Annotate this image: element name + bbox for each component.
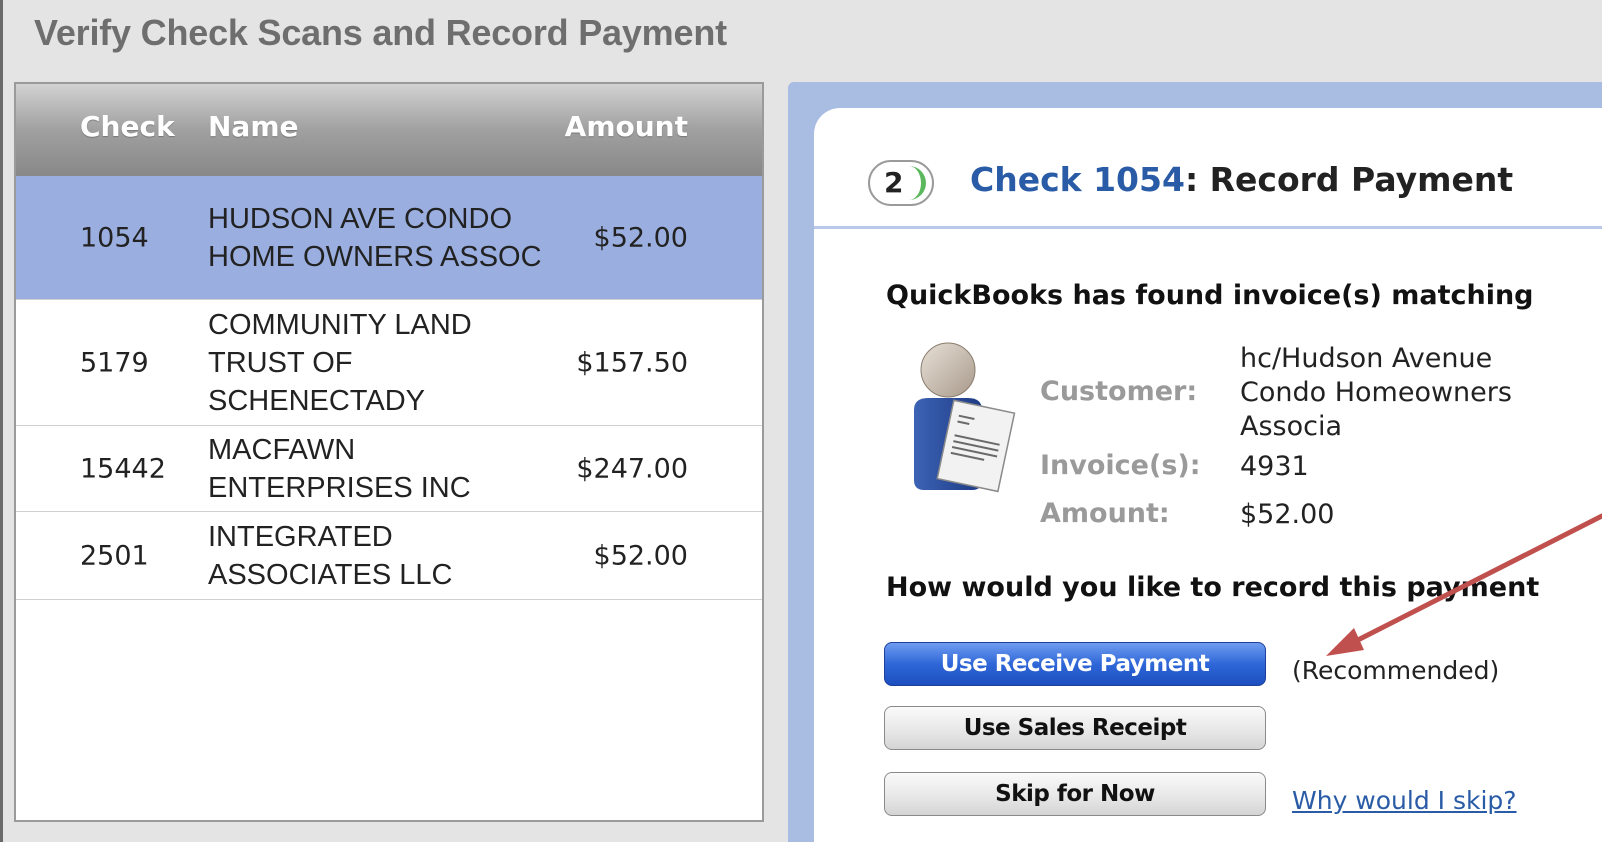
check-amount: $157.50 (576, 347, 688, 378)
customer-value-line2: Condo Homeowners (1240, 377, 1512, 408)
record-method-question: How would you like to record this paymen… (886, 572, 1540, 603)
check-list-header: Check Name Amount (16, 84, 762, 176)
check-payer-name: HUDSON AVE CONDO HOME OWNERS ASSOC (208, 202, 542, 273)
use-sales-receipt-button[interactable]: Use Sales Receipt (884, 706, 1266, 750)
column-header-name[interactable]: Name (208, 110, 299, 143)
customer-value-line3: Associa (1240, 411, 1343, 442)
window-left-border (0, 0, 10, 842)
check-list: Check Name Amount 1054 HUDSON AVE CONDO … (14, 82, 764, 822)
check-payer-name: INTEGRATED ASSOCIATES LLC (208, 520, 453, 591)
check-row[interactable]: 5179 COMMUNITY LAND TRUST OF SCHENECTADY… (16, 300, 762, 426)
why-would-i-skip-link[interactable]: Why would I skip? (1292, 786, 1517, 815)
column-header-check[interactable]: Check (80, 110, 175, 143)
check-row[interactable]: 2501 INTEGRATED ASSOCIATES LLC $52.00 (16, 512, 762, 600)
step-number: 2 (884, 166, 904, 199)
recommended-note: (Recommended) (1292, 656, 1500, 685)
check-row[interactable]: 15442 MACFAWN ENTERPRISES INC $247.00 (16, 426, 762, 512)
check-amount: $247.00 (576, 453, 688, 484)
check-number-link[interactable]: Check 1054 (970, 160, 1185, 199)
customer-value-line1: hc/Hudson Avenue (1240, 343, 1493, 374)
skip-for-now-button[interactable]: Skip for Now (884, 772, 1266, 816)
check-amount: $52.00 (593, 540, 688, 571)
invoice-match-message: QuickBooks has found invoice(s) matching (886, 280, 1534, 311)
column-header-amount[interactable]: Amount (565, 110, 688, 143)
check-payer-name: MACFAWN ENTERPRISES INC (208, 433, 471, 504)
amount-label: Amount: (1040, 498, 1170, 529)
verify-check-scans-window: Verify Check Scans and Record Payment Ch… (0, 0, 1602, 842)
use-receive-payment-button[interactable]: Use Receive Payment (884, 642, 1266, 686)
customer-invoice-icon (914, 342, 1016, 493)
check-amount: $52.00 (593, 222, 688, 253)
record-payment-title: Check 1054: Record Payment (970, 160, 1513, 199)
record-payment-title-text: : Record Payment (1184, 160, 1514, 199)
check-number: 15442 (80, 453, 166, 484)
page-title: Verify Check Scans and Record Payment (34, 12, 727, 53)
step-progress-ring-icon (902, 166, 926, 200)
check-number: 1054 (80, 222, 149, 253)
invoices-label: Invoice(s): (1040, 450, 1201, 481)
customer-label: Customer: (1040, 376, 1198, 407)
step-number-badge: 2 (868, 160, 934, 206)
title-divider (814, 226, 1602, 229)
check-number: 2501 (80, 540, 149, 571)
check-row-selected[interactable]: 1054 HUDSON AVE CONDO HOME OWNERS ASSOC … (16, 176, 762, 300)
invoices-value: 4931 (1240, 451, 1309, 482)
check-payer-name: COMMUNITY LAND TRUST OF SCHENECTADY (208, 308, 472, 417)
check-number: 5179 (80, 347, 149, 378)
amount-value: $52.00 (1240, 499, 1335, 530)
